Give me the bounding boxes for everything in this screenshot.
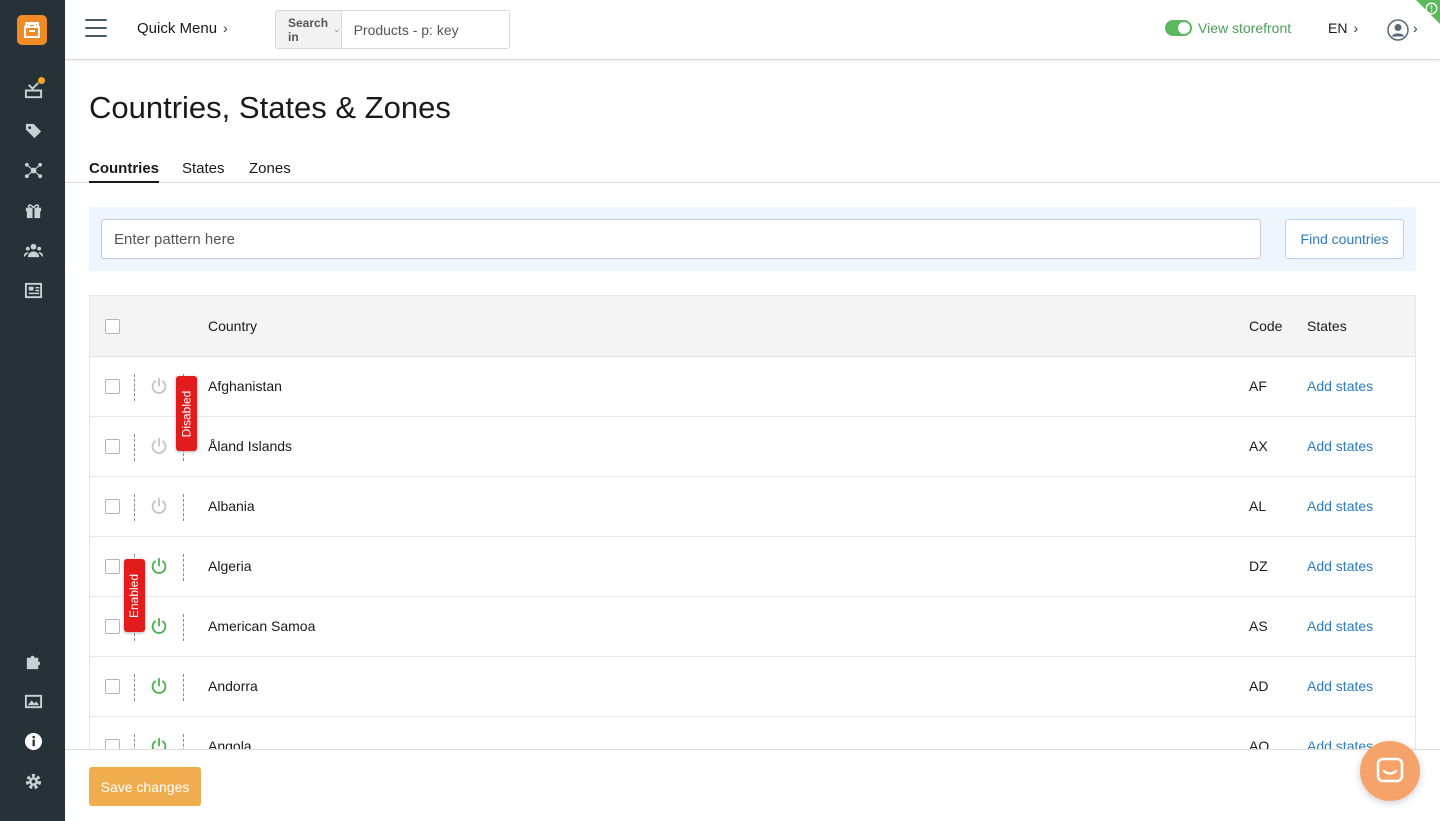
table-row: Andorra AD Add states xyxy=(90,657,1415,717)
disabled-tooltip-label: Disabled xyxy=(179,390,194,437)
row-divider xyxy=(134,494,135,521)
pattern-search-input[interactable] xyxy=(101,219,1261,259)
tab-states[interactable]: States xyxy=(182,160,225,181)
tags-icon[interactable] xyxy=(22,119,44,141)
row-divider xyxy=(183,494,184,521)
view-storefront-toggle[interactable]: View storefront xyxy=(1165,20,1291,36)
country-name: Andorra xyxy=(208,678,258,694)
add-states-link[interactable]: Add states xyxy=(1307,378,1373,394)
disabled-tooltip: Disabled xyxy=(176,376,197,451)
global-search-input[interactable] xyxy=(341,11,509,48)
info-icon[interactable] xyxy=(22,730,44,752)
global-search: Search in ⌄ xyxy=(275,10,510,49)
language-label: EN xyxy=(1328,20,1348,36)
country-code: AL xyxy=(1249,498,1267,514)
save-changes-button[interactable]: Save changes xyxy=(89,767,201,806)
find-countries-button[interactable]: Find countries xyxy=(1285,219,1404,259)
table-row: Afghanistan AF Add states xyxy=(90,357,1415,417)
quick-menu-label: Quick Menu xyxy=(137,20,218,37)
country-name: Åland Islands xyxy=(208,438,293,454)
column-header-states: States xyxy=(1307,318,1347,334)
power-toggle-icon[interactable] xyxy=(150,377,168,395)
country-name: Albania xyxy=(208,498,255,514)
power-toggle-icon[interactable] xyxy=(150,497,168,515)
select-all-checkbox[interactable] xyxy=(105,319,120,334)
add-states-link[interactable]: Add states xyxy=(1307,438,1373,454)
add-states-link[interactable]: Add states xyxy=(1307,678,1373,694)
enabled-tooltip-label: Enabled xyxy=(127,573,142,618)
notification-dot xyxy=(38,77,45,84)
row-checkbox[interactable] xyxy=(105,619,120,634)
table-row: American Samoa AS Add states xyxy=(90,597,1415,657)
row-divider xyxy=(183,674,184,701)
country-name: American Samoa xyxy=(208,618,316,634)
search-in-dropdown[interactable]: Search in ⌄ xyxy=(276,11,342,48)
row-divider xyxy=(183,554,184,581)
search-in-label: Search in xyxy=(288,15,329,44)
row-divider xyxy=(134,674,135,701)
store-logo-icon[interactable] xyxy=(17,15,47,45)
row-divider xyxy=(183,734,184,750)
orders-icon[interactable] xyxy=(22,77,45,101)
enabled-tooltip: Enabled xyxy=(124,559,145,632)
country-code: DZ xyxy=(1249,558,1268,574)
add-states-link[interactable]: Add states xyxy=(1307,618,1373,634)
table-row: Albania AL Add states xyxy=(90,477,1415,537)
table-header: Country Code States xyxy=(90,296,1415,357)
search-filter-panel: Find countries xyxy=(89,207,1416,271)
country-name: Afghanistan xyxy=(208,378,282,394)
gear-icon[interactable] xyxy=(22,770,44,792)
row-checkbox[interactable] xyxy=(105,379,120,394)
country-code: AS xyxy=(1249,618,1268,634)
sidebar xyxy=(0,0,65,821)
hub-icon[interactable] xyxy=(22,159,44,181)
view-storefront-label: View storefront xyxy=(1198,20,1292,36)
chevron-down-icon: ⌄ xyxy=(333,24,341,34)
chevron-right-icon: › xyxy=(223,20,228,36)
top-bar: Quick Menu › Search in ⌄ View storefront E… xyxy=(65,0,1440,60)
row-divider xyxy=(183,614,184,641)
hamburger-menu-icon[interactable] xyxy=(85,19,107,39)
country-code: AF xyxy=(1249,378,1267,394)
add-states-link[interactable]: Add states xyxy=(1307,498,1373,514)
column-header-country: Country xyxy=(208,318,258,334)
storefront-toggle-icon xyxy=(1165,20,1192,36)
row-checkbox[interactable] xyxy=(105,439,120,454)
power-toggle-icon[interactable] xyxy=(150,557,168,575)
table-row: Åland Islands AX Add states xyxy=(90,417,1415,477)
page-title: Countries, States & Zones xyxy=(89,90,451,125)
table-row: Algeria DZ Add states xyxy=(90,537,1415,597)
quick-menu-button[interactable]: Quick Menu › xyxy=(137,20,228,37)
status-corner-icon[interactable] xyxy=(1406,0,1440,34)
users-icon[interactable] xyxy=(22,239,44,261)
chevron-right-icon: › xyxy=(1353,20,1359,36)
row-divider xyxy=(134,434,135,461)
country-code: AD xyxy=(1249,678,1269,694)
tab-bar: Countries States Zones xyxy=(65,156,1440,183)
country-name: Algeria xyxy=(208,558,252,574)
column-header-code: Code xyxy=(1249,318,1283,334)
tab-countries[interactable]: Countries xyxy=(89,160,160,183)
footer-bar: Save changes xyxy=(65,749,1440,821)
row-checkbox[interactable] xyxy=(105,499,120,514)
gift-icon[interactable] xyxy=(22,199,44,221)
row-checkbox[interactable] xyxy=(105,559,120,574)
image-icon[interactable] xyxy=(22,690,44,712)
row-divider xyxy=(134,374,135,401)
power-toggle-icon[interactable] xyxy=(150,617,168,635)
table-row: Angola AO Add states xyxy=(90,717,1415,750)
chat-widget-icon[interactable] xyxy=(1360,741,1420,801)
power-toggle-icon[interactable] xyxy=(150,437,168,455)
power-toggle-icon[interactable] xyxy=(150,677,168,695)
language-selector[interactable]: EN › xyxy=(1328,20,1358,36)
country-code: AX xyxy=(1249,438,1268,454)
news-icon[interactable] xyxy=(22,279,44,301)
tab-zones[interactable]: Zones xyxy=(249,160,291,181)
add-states-link[interactable]: Add states xyxy=(1307,558,1373,574)
row-checkbox[interactable] xyxy=(105,679,120,694)
countries-table: Country Code States Afghanistan AF Add sta… xyxy=(89,295,1416,750)
row-divider xyxy=(134,734,135,750)
puzzle-icon[interactable] xyxy=(22,650,44,672)
